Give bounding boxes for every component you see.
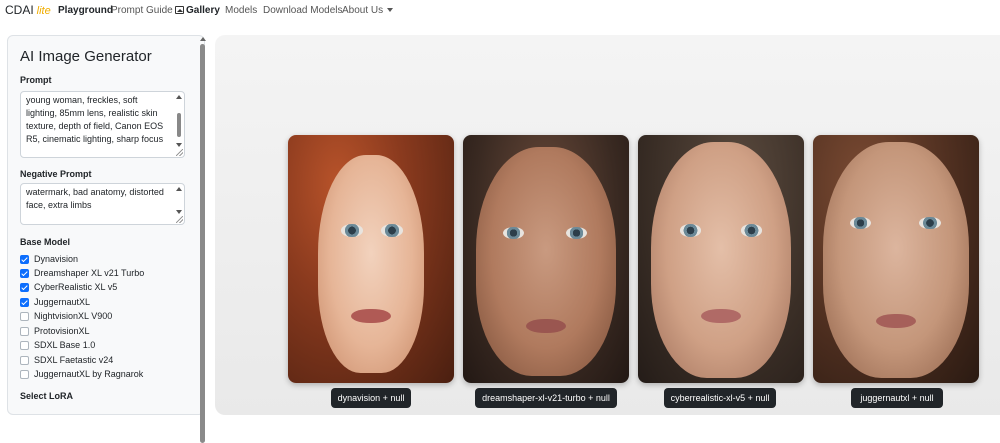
portrait-image (813, 135, 979, 383)
eye-shape (679, 224, 702, 237)
scroll-thumb[interactable] (200, 44, 205, 443)
nav-playground[interactable]: Playground (58, 5, 113, 16)
eye-shape (740, 224, 763, 237)
scroll-down-icon (176, 143, 182, 147)
checkbox[interactable] (20, 282, 29, 292)
face-shape (822, 142, 970, 379)
image-caption: dynavision + null (331, 388, 411, 408)
nav-about-us-label: About Us (342, 5, 384, 16)
nav-gallery[interactable]: Gallery (175, 5, 220, 16)
generated-image-juggernautxl[interactable] (813, 135, 979, 383)
negative-prompt-label: Negative Prompt (20, 169, 92, 179)
model-name: Dreamshaper XL v21 Turbo (34, 268, 145, 278)
lips-shape (526, 318, 566, 334)
nav-download-models[interactable]: Download Models (263, 5, 343, 16)
brand-suffix: lite (36, 5, 51, 17)
checkbox[interactable] (20, 340, 29, 350)
panel-title: AI Image Generator (20, 48, 152, 65)
nav-gallery-label: Gallery (186, 5, 220, 16)
prompt-scrollbar[interactable] (176, 94, 182, 147)
model-checkbox-nightvision[interactable]: NightvisionXL V900 (20, 309, 112, 323)
select-lora-label: Select LoRA (20, 391, 74, 401)
prompt-textarea[interactable]: young woman, freckles, soft lighting, 85… (20, 91, 185, 158)
eye-shape (341, 224, 363, 237)
brand-logo[interactable]: CDAI lite (5, 3, 51, 17)
base-model-label: Base Model (20, 237, 71, 247)
negative-scrollbar[interactable] (176, 186, 182, 214)
scroll-up-icon (176, 95, 182, 99)
eye-shape (919, 216, 941, 230)
nav-prompt-guide[interactable]: Prompt Guide (111, 5, 173, 16)
resize-handle-icon[interactable] (176, 216, 183, 223)
image-icon (175, 6, 184, 14)
negative-prompt-text: watermark, bad anatomy, distorted face, … (26, 187, 164, 210)
checkbox[interactable] (20, 326, 29, 336)
nav-models[interactable]: Models (225, 5, 257, 16)
eye-shape (380, 224, 403, 237)
model-name: Dynavision (34, 254, 79, 264)
model-name: JuggernautXL by Ragnarok (34, 369, 144, 379)
scroll-thumb[interactable] (177, 113, 181, 137)
scroll-down-icon (176, 210, 182, 214)
checkbox[interactable] (20, 297, 29, 307)
checkbox[interactable] (20, 355, 29, 365)
checkbox[interactable] (20, 311, 29, 321)
portrait-image (288, 135, 454, 383)
image-caption: cyberrealistic-xl-v5 + null (664, 388, 776, 408)
sidebar-scrollbar[interactable] (199, 35, 206, 443)
prompt-label: Prompt (20, 75, 52, 85)
model-checkbox-protovision[interactable]: ProtovisionXL (20, 324, 90, 338)
model-checkbox-sdxl-base[interactable]: SDXL Base 1.0 (20, 338, 95, 352)
scroll-up-icon (176, 187, 182, 191)
model-name: JuggernautXL (34, 297, 91, 307)
checkbox[interactable] (20, 254, 29, 264)
brand-name: CDAI (5, 3, 34, 17)
image-caption: juggernautxl + null (851, 388, 943, 408)
model-name: NightvisionXL V900 (34, 311, 113, 321)
negative-prompt-textarea[interactable]: watermark, bad anatomy, distorted face, … (20, 183, 185, 225)
generated-image-cyberrealistic[interactable] (638, 135, 804, 383)
model-name: ProtovisionXL (34, 326, 90, 336)
model-checkbox-juggernautxl[interactable]: JuggernautXL (20, 295, 90, 309)
generator-panel: AI Image Generator Prompt young woman, f… (7, 35, 205, 415)
model-checkbox-juggernautxl-ragnarok[interactable]: JuggernautXL by Ragnarok (20, 367, 143, 381)
chevron-down-icon (387, 8, 394, 12)
checkbox[interactable] (20, 369, 29, 379)
face-shape (476, 147, 616, 376)
image-caption: dreamshaper-xl-v21-turbo + null (475, 388, 617, 408)
resize-handle-icon[interactable] (176, 149, 183, 156)
portrait-image (638, 135, 804, 383)
face-shape (651, 142, 791, 379)
model-name: CyberRealistic XL v5 (34, 282, 118, 292)
model-checkbox-cyberrealistic[interactable]: CyberRealistic XL v5 (20, 280, 117, 294)
portrait-image (463, 135, 629, 383)
model-checkbox-sdxl-faetastic[interactable]: SDXL Faetastic v24 (20, 353, 113, 367)
prompt-text: young woman, freckles, soft lighting, 85… (26, 95, 164, 144)
model-name: SDXL Faetastic v24 (34, 355, 114, 365)
model-name: SDXL Base 1.0 (34, 340, 96, 350)
generated-image-dreamshaper[interactable] (463, 135, 629, 383)
checkbox[interactable] (20, 268, 29, 278)
navbar: CDAI lite Playground Prompt Guide Gallery… (0, 0, 1000, 22)
scroll-up-icon[interactable] (200, 37, 206, 41)
model-checkbox-dreamshaper[interactable]: Dreamshaper XL v21 Turbo (20, 266, 144, 280)
face-shape (317, 154, 425, 374)
nav-about-us-dropdown[interactable]: About Us (342, 5, 394, 16)
model-checkbox-dynavision[interactable]: Dynavision (20, 252, 78, 266)
generated-image-dynavision[interactable] (288, 135, 454, 383)
